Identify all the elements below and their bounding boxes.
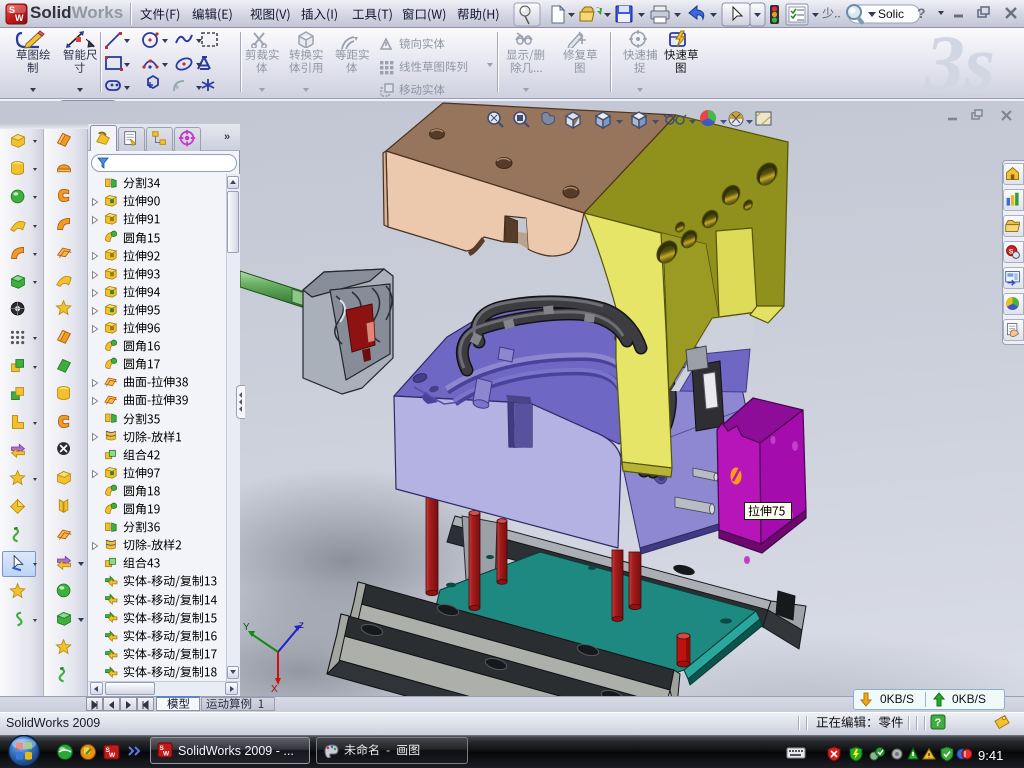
svg-text:Y: Y [243, 622, 250, 633]
svg-text:z: z [299, 620, 304, 631]
svg-text:?: ? [935, 717, 942, 729]
svg-text:W: W [109, 752, 116, 759]
svg-text:W: W [163, 751, 170, 758]
svg-text:Solic: Solic [878, 7, 904, 21]
svg-text:W: W [15, 13, 24, 23]
svg-text:X: X [271, 684, 278, 695]
